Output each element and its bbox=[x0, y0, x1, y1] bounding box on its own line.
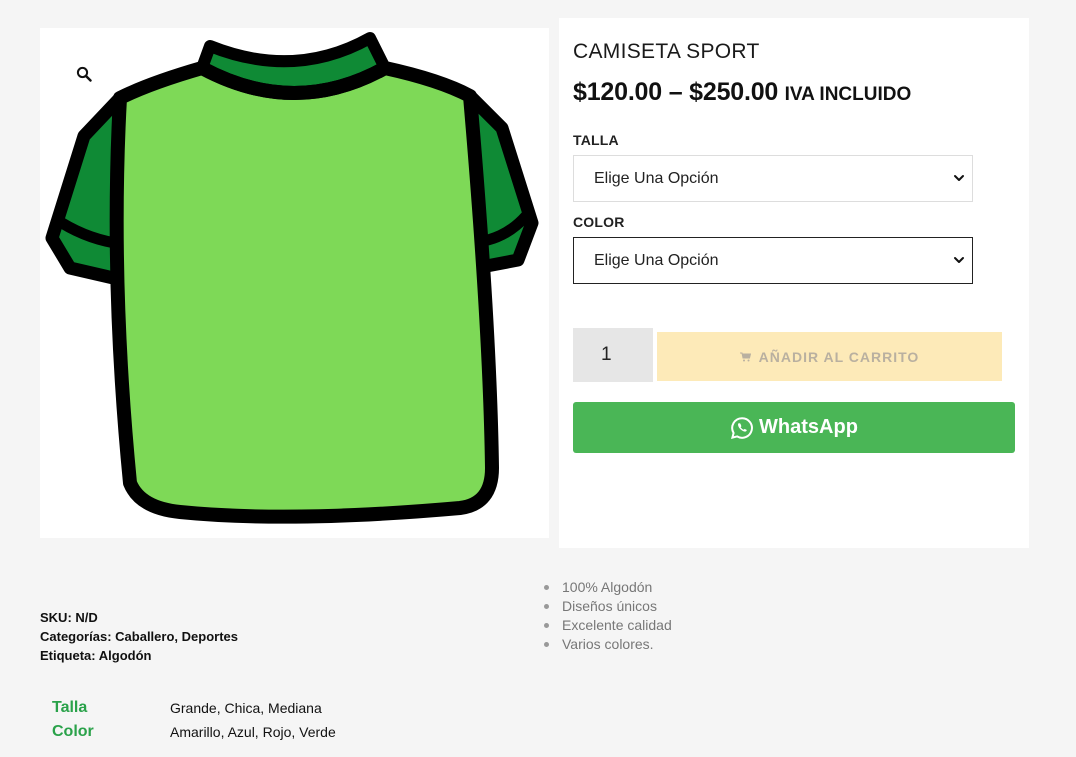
attribute-value: Grande, Chica, Mediana bbox=[170, 700, 322, 716]
categories-row: Categorías: Caballero, Deportes bbox=[40, 629, 238, 644]
product-meta: SKU: N/D Categorías: Caballero, Deportes… bbox=[40, 608, 238, 665]
sku-row: SKU: N/D bbox=[40, 608, 238, 627]
sku-value: N/D bbox=[75, 610, 98, 625]
price-range: $120.00 – $250.00 bbox=[573, 78, 779, 106]
sku-label: SKU: bbox=[40, 610, 72, 625]
feature-item: 100% Algodón bbox=[544, 578, 672, 597]
feature-item: Diseños únicos bbox=[544, 597, 672, 616]
product-summary: CAMISETA SPORT $120.00 – $250.00 IVA INC… bbox=[559, 18, 1029, 548]
price-row: $120.00 – $250.00 IVA INCLUIDO bbox=[573, 78, 911, 107]
attribute-name: Talla bbox=[52, 699, 88, 716]
product-image-panel bbox=[40, 28, 549, 538]
color-select-value: Elige Una Opción bbox=[594, 251, 719, 269]
attribute-value: Amarillo, Azul, Rojo, Verde bbox=[170, 724, 336, 740]
cart-icon bbox=[739, 352, 751, 361]
tag-label: Etiqueta: bbox=[40, 648, 96, 663]
product-title: CAMISETA SPORT bbox=[573, 40, 760, 63]
categories-label: Categorías: bbox=[40, 629, 112, 644]
whatsapp-button[interactable]: WhatsApp bbox=[573, 402, 1015, 453]
add-to-cart-button[interactable]: AÑADIR AL CARRITO bbox=[657, 332, 1002, 381]
add-to-cart-label: AÑADIR AL CARRITO bbox=[758, 348, 920, 365]
category-link-caballero[interactable]: Caballero bbox=[115, 629, 174, 644]
chevron-down-icon bbox=[954, 257, 964, 263]
talla-select-value: Elige Una Opción bbox=[594, 169, 719, 187]
feature-list: 100% Algodón Diseños únicos Excelente ca… bbox=[544, 578, 672, 654]
whatsapp-icon bbox=[731, 416, 753, 439]
product-image-tshirt bbox=[45, 32, 539, 524]
whatsapp-label: WhatsApp bbox=[759, 416, 858, 438]
color-label: COLOR bbox=[573, 214, 625, 230]
tag-row: Etiqueta: Algodón bbox=[40, 646, 238, 665]
feature-item: Varios colores. bbox=[544, 635, 672, 654]
chevron-down-icon bbox=[954, 175, 964, 181]
category-link-deportes[interactable]: Deportes bbox=[182, 629, 238, 644]
attributes-table: Talla Grande, Chica, Mediana Color Amari… bbox=[52, 696, 336, 744]
attribute-row-talla: Talla Grande, Chica, Mediana bbox=[52, 696, 336, 720]
quantity-input[interactable]: 1 bbox=[573, 328, 653, 382]
zoom-magnifier-icon[interactable] bbox=[76, 66, 92, 82]
talla-label: TALLA bbox=[573, 132, 619, 148]
tag-link[interactable]: Algodón bbox=[99, 648, 152, 663]
price-suffix: IVA INCLUIDO bbox=[784, 84, 912, 105]
feature-item: Excelente calidad bbox=[544, 617, 672, 633]
attribute-row-color: Color Amarillo, Azul, Rojo, Verde bbox=[52, 720, 336, 744]
attribute-name: Color bbox=[52, 723, 94, 740]
color-select[interactable]: Elige Una Opción bbox=[573, 237, 973, 284]
talla-select[interactable]: Elige Una Opción bbox=[573, 155, 973, 202]
